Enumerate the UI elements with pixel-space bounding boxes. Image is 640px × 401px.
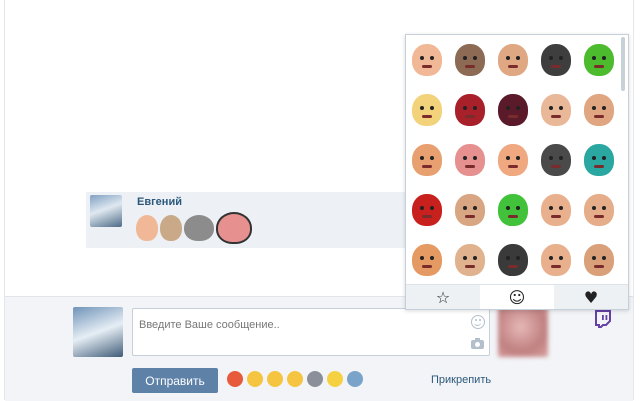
twitch-logo-sticker [583, 44, 614, 76]
sticker-item[interactable] [492, 235, 535, 285]
message-input[interactable] [133, 311, 475, 339]
sticker-item[interactable] [449, 135, 492, 185]
isaac-sticker [455, 144, 486, 176]
sticker-tabs: ☆ ☺ ♥ [406, 284, 628, 309]
star-icon: ☆ [435, 287, 451, 307]
avatar[interactable] [498, 307, 548, 357]
dark-hair-guy-sticker [455, 194, 486, 226]
vk-building-icon[interactable] [347, 371, 363, 387]
sticker-item[interactable] [534, 185, 577, 235]
avatar[interactable] [90, 195, 122, 227]
sticker-item[interactable] [577, 135, 620, 185]
grimace-icon[interactable] [287, 371, 303, 387]
message-author[interactable]: Евгений [137, 196, 182, 208]
sticker-item[interactable] [492, 135, 535, 185]
tab-star-icon[interactable]: ☆ [406, 285, 480, 309]
sticker-grid [406, 35, 620, 285]
white-cap-guy-sticker [455, 44, 486, 76]
message-item: Евгений [86, 192, 416, 248]
sticker-item[interactable] [449, 185, 492, 235]
message-stickers [136, 212, 252, 244]
sticker-item[interactable] [534, 235, 577, 285]
glasses-guy-sticker [583, 194, 614, 226]
sticker-item[interactable] [492, 85, 535, 135]
face-sticker [160, 215, 182, 241]
smile-icon[interactable] [327, 371, 343, 387]
sticker-item[interactable] [534, 135, 577, 185]
blue-shades-sticker [540, 244, 571, 276]
composer: Отправить Прикрепить [5, 296, 633, 401]
emoji-icon[interactable] [471, 315, 485, 329]
sticker-item[interactable] [449, 235, 492, 285]
sticker-item[interactable] [406, 235, 449, 285]
bald-guy-sticker [412, 44, 443, 76]
gray-face-icon[interactable] [307, 371, 323, 387]
sticker-item[interactable] [534, 35, 577, 85]
ginger-guy-sticker [412, 244, 443, 276]
cap-guy-sticker [497, 44, 528, 76]
face-sticker [136, 215, 158, 241]
tab-heart-icon[interactable]: ♥ [554, 285, 628, 309]
sticker-item[interactable] [577, 35, 620, 85]
meat-boy-sticker [412, 194, 443, 226]
laughing-icon[interactable] [247, 371, 263, 387]
bald-grin-sticker [497, 144, 528, 176]
sticker-popup: ☆ ☺ ♥ [405, 34, 629, 310]
tab-smiley-icon[interactable]: ☺ [480, 285, 554, 309]
bearded-guy-sticker [412, 144, 443, 176]
camera-icon[interactable] [471, 338, 484, 349]
isaac-sticker [216, 212, 252, 244]
green-alien-sticker [497, 194, 528, 226]
sticker-item[interactable] [406, 185, 449, 235]
cat-sticker [184, 215, 214, 241]
avatar[interactable] [73, 307, 123, 357]
sticker-item[interactable] [577, 185, 620, 235]
sticker-item[interactable] [534, 85, 577, 135]
blonde-girl-sticker [412, 94, 443, 126]
sticker-item[interactable] [449, 35, 492, 85]
quick-emoji-bar [227, 371, 363, 387]
tired-icon[interactable] [267, 371, 283, 387]
baby-sticker [540, 94, 571, 126]
attach-link[interactable]: Прикрепить [431, 374, 491, 386]
beanie-guy-sticker [497, 244, 528, 276]
smiling-guy-sticker [583, 244, 614, 276]
sticker-item[interactable] [492, 35, 535, 85]
sticker-item[interactable] [492, 185, 535, 235]
smiley-icon: ☺ [508, 287, 526, 307]
sticker-item[interactable] [406, 35, 449, 85]
twitch-icon[interactable] [593, 309, 613, 329]
red-devil-sticker [455, 94, 486, 126]
sticker-item[interactable] [406, 85, 449, 135]
surprised-guy-sticker [540, 194, 571, 226]
sticker-item[interactable] [449, 85, 492, 135]
message-input-box [132, 308, 490, 356]
sticker-item[interactable] [577, 235, 620, 285]
heart-icon[interactable] [227, 371, 243, 387]
sticker-item[interactable] [406, 135, 449, 185]
sunglasses-guy-sticker [583, 94, 614, 126]
scrollbar[interactable] [621, 37, 625, 91]
asian-guy-sticker [455, 244, 486, 276]
dark-devil-sticker [497, 94, 528, 126]
send-button[interactable]: Отправить [132, 368, 218, 393]
dark-hair-girl-sticker [540, 44, 571, 76]
heart-icon: ♥ [583, 287, 599, 307]
cat-sticker [540, 144, 571, 176]
teal-hair-sticker [583, 144, 614, 176]
sticker-item[interactable] [577, 85, 620, 135]
